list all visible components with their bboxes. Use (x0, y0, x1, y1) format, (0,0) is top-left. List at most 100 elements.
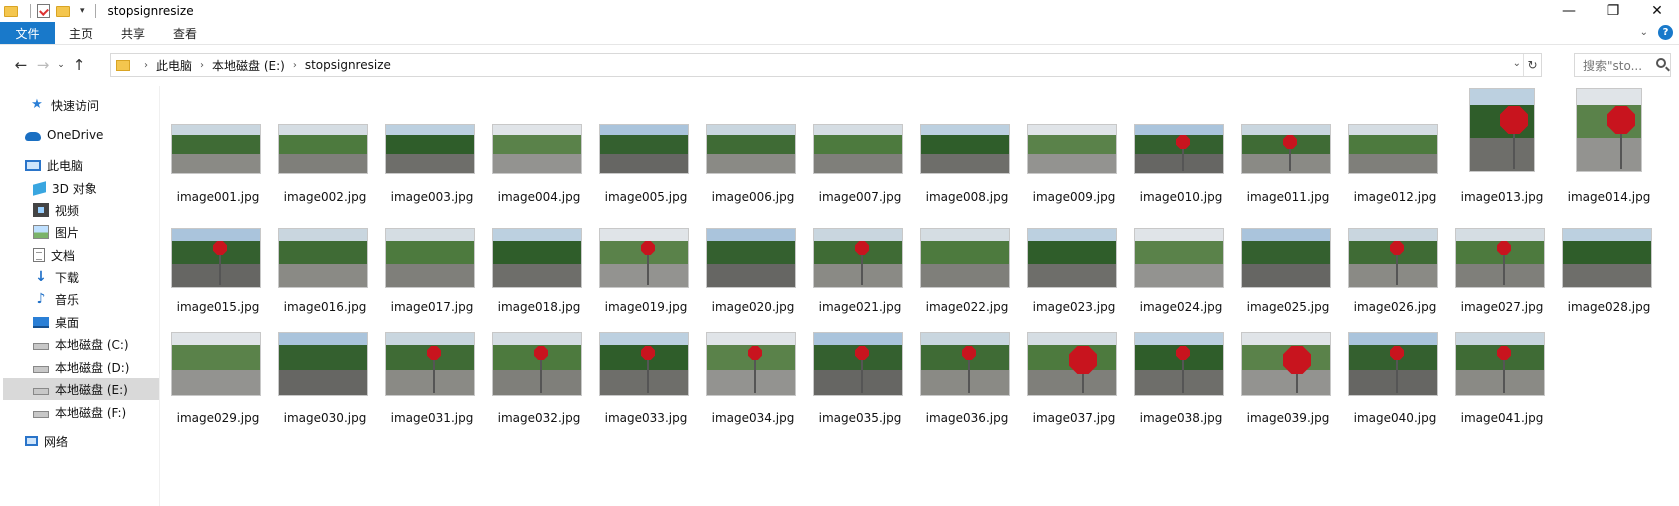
customize-toolbar-dropdown-icon[interactable]: ▾ (80, 6, 85, 16)
file-item[interactable]: image006.jpg (703, 86, 803, 208)
sidebar-item-desktop[interactable]: 桌面 (3, 311, 159, 333)
file-name: image026.jpg (1353, 300, 1437, 314)
sidebar-item-this-pc[interactable]: 此电脑 (3, 154, 159, 176)
file-item[interactable]: image037.jpg (1024, 332, 1124, 429)
properties-icon[interactable] (37, 4, 50, 18)
sidebar-item-drive-f[interactable]: 本地磁盘 (F:) (3, 401, 159, 423)
file-item[interactable]: image014.jpg (1559, 86, 1659, 208)
sidebar-item-quick-access[interactable]: ★ 快速访问 (3, 94, 159, 116)
file-item[interactable]: image023.jpg (1024, 228, 1124, 318)
sign-pole (1503, 360, 1505, 393)
file-item[interactable]: image035.jpg (810, 332, 910, 429)
file-name: image029.jpg (176, 411, 260, 425)
search-input[interactable]: 搜索"sto... (1574, 53, 1671, 77)
file-item[interactable]: image012.jpg (1345, 86, 1445, 208)
breadcrumb-separator-icon[interactable]: › (144, 60, 148, 71)
download-icon: ↓ (35, 269, 47, 285)
minimize-button[interactable]: — (1547, 0, 1591, 22)
tab-view[interactable]: 查看 (159, 22, 211, 44)
file-item[interactable]: image039.jpg (1238, 332, 1338, 429)
sidebar-item-music[interactable]: ♪ 音乐 (3, 288, 159, 310)
file-item[interactable]: image025.jpg (1238, 228, 1338, 318)
file-item[interactable]: image031.jpg (382, 332, 482, 429)
file-item[interactable]: image027.jpg (1452, 228, 1552, 318)
file-item[interactable]: image007.jpg (810, 86, 910, 208)
file-item[interactable]: image002.jpg (275, 86, 375, 208)
file-item[interactable]: image018.jpg (489, 228, 589, 318)
close-button[interactable]: ✕ (1635, 0, 1679, 22)
file-thumbnail (1576, 88, 1642, 172)
maximize-button[interactable]: ❐ (1591, 0, 1635, 22)
file-item[interactable]: image013.jpg (1452, 86, 1552, 208)
file-item[interactable]: image008.jpg (917, 86, 1017, 208)
file-item[interactable]: image034.jpg (703, 332, 803, 429)
file-item[interactable]: image022.jpg (917, 228, 1017, 318)
file-item[interactable]: image015.jpg (168, 228, 268, 318)
help-icon[interactable]: ? (1658, 25, 1673, 40)
thumbnail-scene (279, 240, 367, 264)
file-item[interactable]: image019.jpg (596, 228, 696, 318)
breadcrumb-drive-e[interactable]: 本地磁盘 (E:) (212, 57, 285, 74)
breadcrumb-this-pc[interactable]: 此电脑 (156, 57, 192, 74)
thumbnail-scene (1456, 263, 1544, 287)
address-history-chevron-icon[interactable]: ⌄ (1513, 58, 1521, 69)
thumbnail-scene (814, 134, 902, 154)
search-icon[interactable] (1656, 58, 1666, 68)
thumbnail-scene (1135, 240, 1223, 264)
file-item[interactable]: image036.jpg (917, 332, 1017, 429)
tab-share[interactable]: 共享 (107, 22, 159, 44)
sidebar-item-videos[interactable]: 视频 (3, 199, 159, 221)
file-item[interactable]: image033.jpg (596, 332, 696, 429)
expand-ribbon-chevron-icon[interactable]: ⌄ (1640, 27, 1648, 38)
window-title: stopsignresize (107, 4, 194, 18)
file-item[interactable]: image010.jpg (1131, 86, 1231, 208)
file-item[interactable]: image041.jpg (1452, 332, 1552, 429)
sidebar-item-documents[interactable]: 文档 (3, 244, 159, 266)
file-item[interactable]: image003.jpg (382, 86, 482, 208)
file-item[interactable]: image038.jpg (1131, 332, 1231, 429)
file-item[interactable]: image001.jpg (168, 86, 268, 208)
file-item[interactable]: image024.jpg (1131, 228, 1231, 318)
sidebar-item-pictures[interactable]: 图片 (3, 221, 159, 243)
address-bar[interactable]: › 此电脑 › 本地磁盘 (E:) › stopsignresize ⌄ ↻ (110, 53, 1542, 77)
forward-arrow-icon[interactable]: → (32, 53, 54, 77)
breadcrumb-current-folder[interactable]: stopsignresize (305, 58, 391, 72)
new-folder-icon[interactable] (56, 5, 70, 17)
drive-icon (33, 387, 49, 395)
thumbnail-scene (1563, 240, 1651, 264)
cube-icon (33, 180, 46, 196)
tab-home[interactable]: 主页 (55, 22, 107, 44)
file-item[interactable]: image017.jpg (382, 228, 482, 318)
file-item[interactable]: image005.jpg (596, 86, 696, 208)
breadcrumb-separator-icon[interactable]: › (200, 60, 204, 71)
sidebar-item-drive-e[interactable]: 本地磁盘 (E:) (3, 378, 159, 400)
sidebar-item-network[interactable]: 网络 (3, 430, 159, 452)
sidebar-item-downloads[interactable]: ↓ 下载 (3, 266, 159, 288)
file-item[interactable]: image021.jpg (810, 228, 910, 318)
file-item[interactable]: image026.jpg (1345, 228, 1445, 318)
file-thumbnail (813, 228, 903, 288)
sign-pole (754, 360, 756, 393)
breadcrumb-separator-icon[interactable]: › (293, 60, 297, 71)
recent-locations-chevron-icon[interactable]: ⌄ (54, 53, 68, 77)
file-item[interactable]: image020.jpg (703, 228, 803, 318)
file-item[interactable]: image030.jpg (275, 332, 375, 429)
file-item[interactable]: image016.jpg (275, 228, 375, 318)
file-item[interactable]: image004.jpg (489, 86, 589, 208)
file-item[interactable]: image029.jpg (168, 332, 268, 429)
file-item[interactable]: image032.jpg (489, 332, 589, 429)
sign-pole (647, 360, 649, 393)
sidebar-item-drive-d[interactable]: 本地磁盘 (D:) (3, 356, 159, 378)
tab-file[interactable]: 文件 (0, 22, 55, 44)
back-arrow-icon[interactable]: ← (10, 53, 32, 77)
file-item[interactable]: image011.jpg (1238, 86, 1338, 208)
file-item[interactable]: image040.jpg (1345, 332, 1445, 429)
refresh-icon[interactable]: ↻ (1523, 54, 1541, 76)
sidebar-item-drive-c[interactable]: 本地磁盘 (C:) (3, 333, 159, 355)
sidebar-item-onedrive[interactable]: OneDrive (3, 124, 159, 146)
up-arrow-icon[interactable]: ↑ (68, 53, 90, 77)
sidebar-item-3d-objects[interactable]: 3D 对象 (3, 177, 159, 199)
thumbnail-scene (1470, 138, 1534, 171)
file-item[interactable]: image009.jpg (1024, 86, 1124, 208)
file-item[interactable]: image028.jpg (1559, 228, 1659, 318)
